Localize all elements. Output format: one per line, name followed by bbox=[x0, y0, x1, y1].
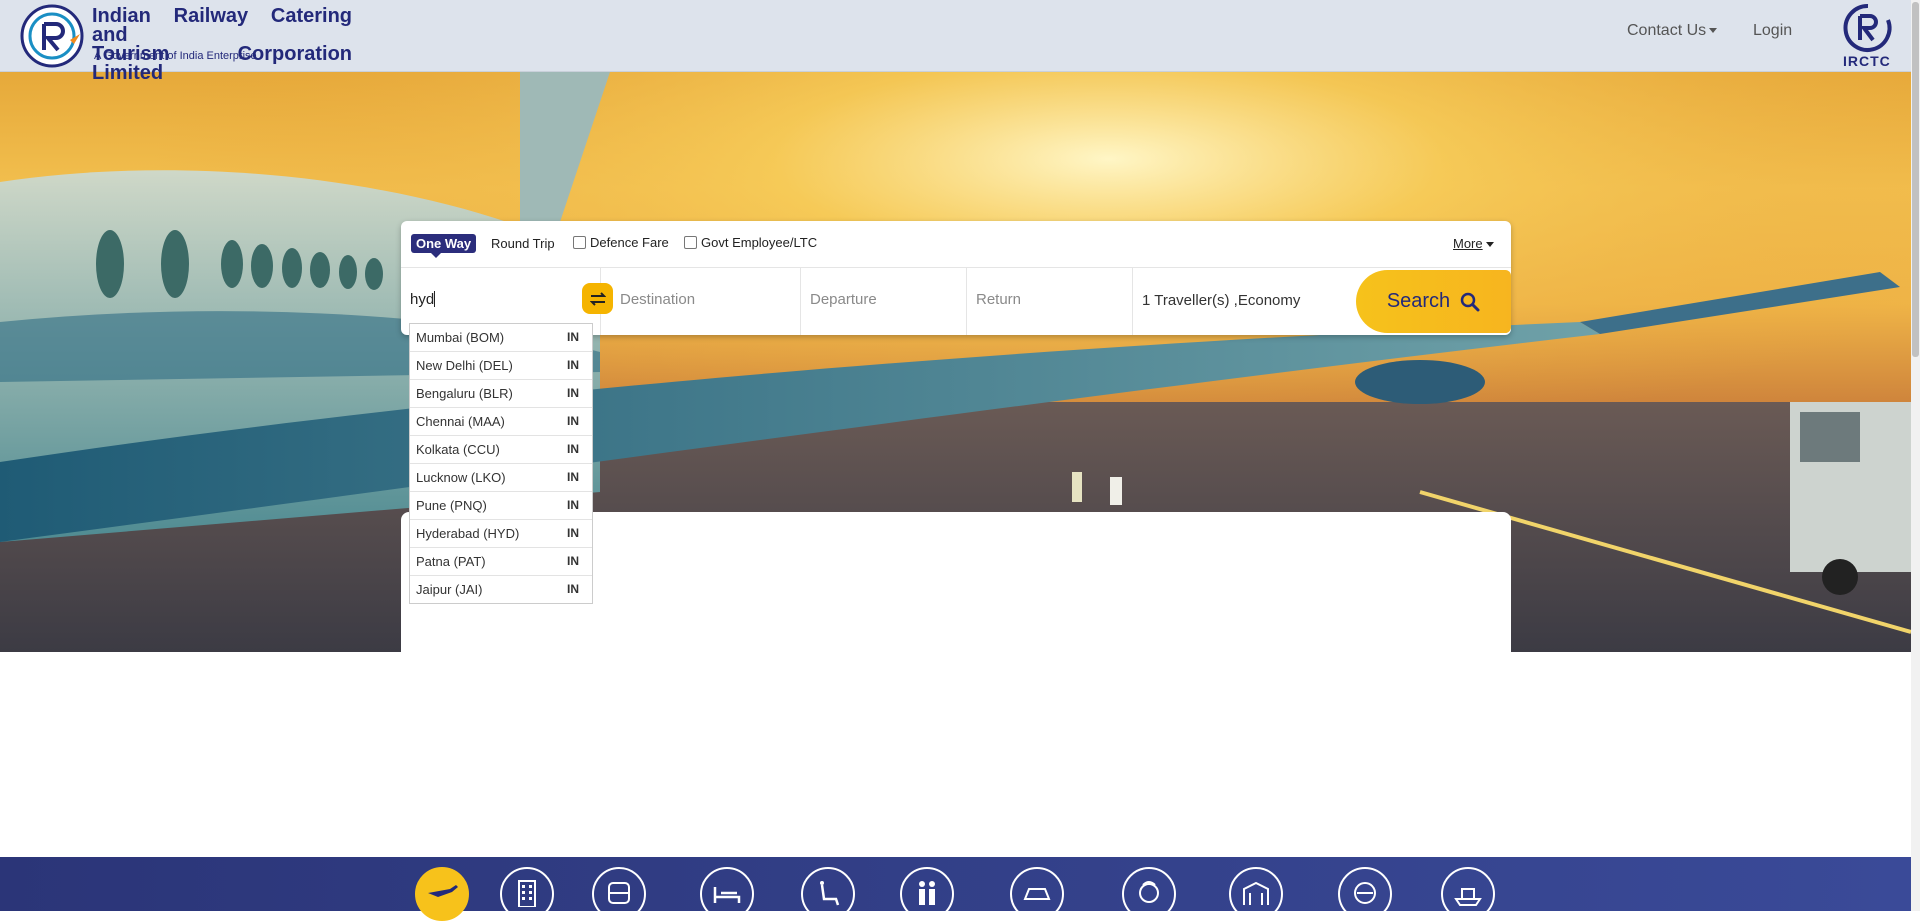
suggestion-airport-name: New Delhi (DEL) bbox=[416, 358, 513, 373]
temple-icon bbox=[1243, 881, 1269, 905]
suggestion-item[interactable]: Mumbai (BOM) IN bbox=[410, 324, 592, 352]
airport-suggestions-dropdown: Mumbai (BOM) IN New Delhi (DEL) IN Bengaluru… bbox=[409, 323, 593, 604]
suggestion-airport-name: Hyderabad (HYD) bbox=[416, 526, 520, 541]
lounge-icon bbox=[820, 881, 840, 906]
govt-employee-label: Govt Employee/LTC bbox=[701, 235, 818, 250]
suggestion-airport-name: Kolkata (CCU) bbox=[416, 442, 500, 457]
top-header: Indian Railway Catering and Tourism Corp… bbox=[0, 0, 1911, 83]
suggestion-airport-name: Pune (PNQ) bbox=[416, 498, 487, 513]
cruise-icon bbox=[1454, 888, 1482, 906]
service-tour-button[interactable] bbox=[1338, 867, 1392, 921]
service-lounge-button[interactable] bbox=[801, 867, 855, 921]
suggestion-airport-name: Patna (PAT) bbox=[416, 554, 486, 569]
suggestion-country-code: IN bbox=[567, 470, 579, 484]
suggestion-item[interactable]: Patna (PAT) IN bbox=[410, 548, 592, 576]
scrollbar-thumb[interactable] bbox=[1912, 2, 1919, 357]
defence-fare-option[interactable]: Defence Fare bbox=[573, 235, 669, 250]
bed-icon bbox=[713, 887, 741, 903]
suggestion-country-code: IN bbox=[567, 386, 579, 400]
origin-input-value: hyd bbox=[410, 291, 435, 308]
page-scrollbar[interactable] bbox=[1911, 0, 1920, 911]
suggestion-country-code: IN bbox=[567, 358, 579, 372]
more-label: More bbox=[1453, 236, 1483, 251]
contact-us-label: Contact Us bbox=[1627, 22, 1707, 39]
org-name: Indian Railway Catering and Tourism Corp… bbox=[92, 5, 352, 83]
govt-employee-option[interactable]: Govt Employee/LTC bbox=[684, 235, 817, 250]
travellers-class-field[interactable]: 1 Traveller(s) ,Economy bbox=[1132, 268, 1352, 335]
service-taxi-button[interactable] bbox=[1010, 867, 1064, 921]
suggestion-item[interactable]: Hyderabad (HYD) IN bbox=[410, 520, 592, 548]
suggestion-airport-name: Lucknow (LKO) bbox=[416, 470, 506, 485]
trip-type-row: One Way Round Trip Defence Fare Govt Emp… bbox=[401, 221, 1511, 268]
org-name-line1: Indian Railway Catering and bbox=[92, 5, 352, 46]
org-subtitle: A Government of India Enterprise bbox=[94, 50, 257, 62]
contact-us-menu[interactable]: Contact Us bbox=[1627, 22, 1718, 40]
swap-cities-button[interactable] bbox=[582, 283, 613, 314]
flight-search-widget: One Way Round Trip Defence Fare Govt Emp… bbox=[401, 221, 1511, 335]
suggestion-item[interactable]: New Delhi (DEL) IN bbox=[410, 352, 592, 380]
destination-field[interactable]: Destination bbox=[600, 268, 801, 335]
suggestion-item[interactable]: Kolkata (CCU) IN bbox=[410, 436, 592, 464]
return-input[interactable]: Return bbox=[976, 291, 1021, 308]
flight-icon bbox=[428, 885, 458, 897]
one-way-tab[interactable]: One Way bbox=[411, 234, 477, 258]
services-bar bbox=[0, 857, 1911, 921]
irctc-brand-text: IRCTC bbox=[1843, 53, 1891, 69]
login-link[interactable]: Login bbox=[1753, 22, 1792, 40]
service-flight-button[interactable] bbox=[415, 867, 469, 921]
suggestion-item[interactable]: Lucknow (LKO) IN bbox=[410, 464, 592, 492]
taxi-icon bbox=[1023, 888, 1051, 900]
travellers-class-value[interactable]: 1 Traveller(s) ,Economy bbox=[1142, 292, 1300, 309]
chef-icon bbox=[1139, 881, 1159, 903]
text-cursor bbox=[434, 291, 436, 307]
suggestion-item[interactable]: Pune (PNQ) IN bbox=[410, 492, 592, 520]
irctc-logo[interactable] bbox=[20, 4, 84, 68]
service-cruise-button[interactable] bbox=[1441, 867, 1495, 921]
suggestion-country-code: IN bbox=[567, 498, 579, 512]
search-icon bbox=[1460, 292, 1480, 311]
search-button[interactable]: Search bbox=[1356, 270, 1511, 333]
suggestion-airport-name: Jaipur (JAI) bbox=[416, 582, 483, 597]
suggestion-item[interactable]: Jaipur (JAI) IN bbox=[410, 576, 592, 603]
suggestion-country-code: IN bbox=[567, 330, 579, 344]
return-date-field[interactable]: Return bbox=[966, 268, 1133, 335]
destination-input[interactable]: Destination bbox=[620, 291, 695, 308]
service-temple-button[interactable] bbox=[1229, 867, 1283, 921]
suggestion-country-code: IN bbox=[567, 442, 579, 456]
suggestion-airport-name: Bengaluru (BLR) bbox=[416, 386, 513, 401]
departure-date-field[interactable]: Departure bbox=[800, 268, 967, 335]
more-options-menu[interactable]: More bbox=[1453, 236, 1494, 251]
family-icon bbox=[919, 881, 935, 905]
caret-down-icon bbox=[1709, 28, 1718, 34]
bus-icon bbox=[608, 882, 630, 904]
round-trip-tab[interactable]: Round Trip bbox=[491, 236, 555, 251]
suggestion-country-code: IN bbox=[567, 526, 579, 540]
service-family-button[interactable] bbox=[900, 867, 954, 921]
service-bus-button[interactable] bbox=[592, 867, 646, 921]
suggestion-item[interactable]: Chennai (MAA) IN bbox=[410, 408, 592, 436]
service-chef-button[interactable] bbox=[1122, 867, 1176, 921]
suggestion-country-code: IN bbox=[567, 582, 579, 596]
suggestion-country-code: IN bbox=[567, 554, 579, 568]
hotel-icon bbox=[518, 880, 536, 907]
suggestion-item[interactable]: Bengaluru (BLR) IN bbox=[410, 380, 592, 408]
govt-employee-checkbox[interactable] bbox=[684, 236, 697, 249]
suggestion-country-code: IN bbox=[567, 414, 579, 428]
service-hotel-button[interactable] bbox=[500, 867, 554, 921]
caret-down-icon bbox=[1485, 242, 1494, 248]
search-button-label: Search bbox=[1386, 290, 1451, 312]
defence-fare-label: Defence Fare bbox=[590, 235, 669, 250]
origin-input[interactable]: hyd bbox=[410, 291, 436, 308]
suggestion-airport-name: Chennai (MAA) bbox=[416, 414, 505, 429]
tour-icon bbox=[1354, 882, 1376, 904]
swap-icon bbox=[589, 291, 606, 306]
service-bed-button[interactable] bbox=[700, 867, 754, 921]
defence-fare-checkbox[interactable] bbox=[573, 236, 586, 249]
departure-input[interactable]: Departure bbox=[810, 291, 877, 308]
suggestion-airport-name: Mumbai (BOM) bbox=[416, 330, 505, 345]
